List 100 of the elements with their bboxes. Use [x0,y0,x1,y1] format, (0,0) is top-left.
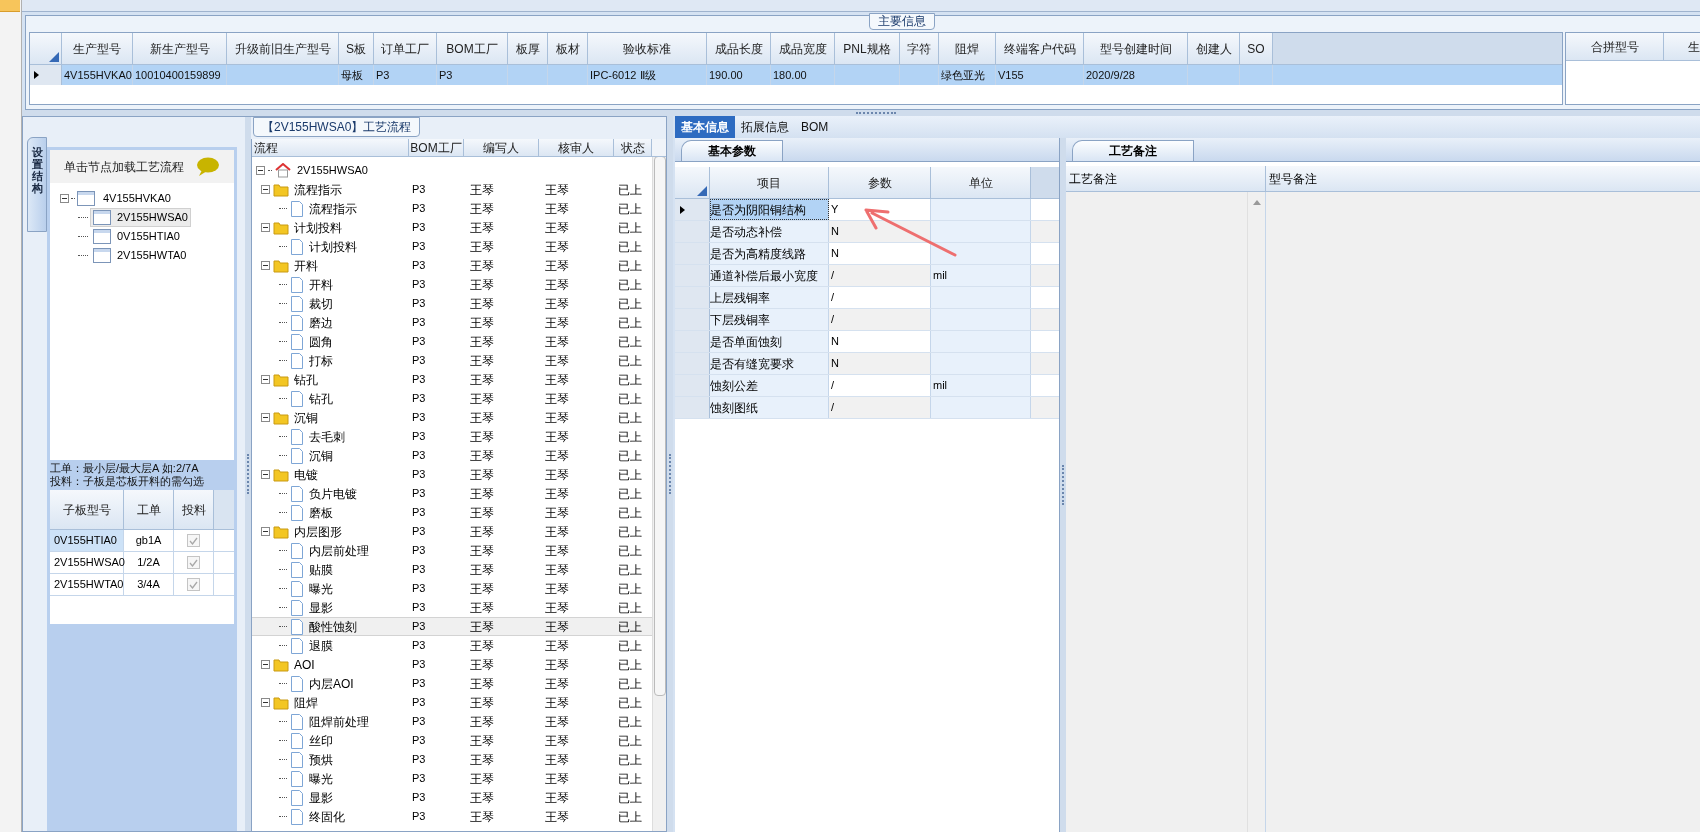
column-header[interactable]: 板厚 [508,33,548,64]
tab[interactable]: 基本参数 [681,140,783,161]
row-header[interactable] [30,65,62,85]
scrollbar[interactable] [652,157,666,831]
table-cell[interactable] [931,309,1031,330]
column-header[interactable]: 字符 [900,33,939,64]
column-header[interactable]: 型号创建时间 [1084,33,1188,64]
column-header[interactable]: BOM工厂 [409,139,464,156]
column-header[interactable]: 参数 [829,167,931,198]
tree-row[interactable]: 打标 P3 王琴 王琴 已上 [252,351,652,370]
tree-row[interactable]: 显影 P3 王琴 王琴 已上 [252,598,652,617]
column-header[interactable]: SO [1240,33,1273,64]
table-cell[interactable] [931,243,1031,264]
tree-row[interactable]: 酸性蚀刻 P3 王琴 王琴 已上 [252,617,652,636]
side-tab[interactable]: 设置结构 [27,137,47,232]
collapse-icon[interactable] [261,185,270,194]
tree-row[interactable]: 内层前处理 P3 王琴 王琴 已上 [252,541,652,560]
table-cell[interactable] [931,221,1031,242]
tree-row[interactable]: AOI P3 王琴 王琴 已上 [252,655,652,674]
table-cell[interactable]: mil [931,265,1031,286]
column-header[interactable]: 终端客户代码 [996,33,1084,64]
table-cell[interactable]: 上层残铜率 [710,287,829,308]
table-cell[interactable]: 下层残铜率 [710,309,829,330]
tree-row[interactable]: 内层图形 P3 王琴 王琴 已上 [252,522,652,541]
table-cell[interactable]: 通道补偿后最小宽度 [710,265,829,286]
tree-row[interactable]: 钻孔 P3 王琴 王琴 已上 [252,370,652,389]
column-header[interactable]: 子板型号 [50,490,124,529]
column-header[interactable]: 创建人 [1188,33,1240,64]
tree-row[interactable]: 流程指示 P3 王琴 王琴 已上 [252,180,652,199]
collapse-icon[interactable] [261,413,270,422]
tree-row[interactable]: 阻焊前处理 P3 王琴 王琴 已上 [252,712,652,731]
checkbox[interactable] [187,556,200,569]
tree-node[interactable]: 2V155HWTA0 [90,246,190,265]
tree-row[interactable]: 负片电镀 P3 王琴 王琴 已上 [252,484,652,503]
tree-row[interactable]: 开料 P3 王琴 王琴 已上 [252,256,652,275]
tree-row[interactable]: 磨边 P3 王琴 王琴 已上 [252,313,652,332]
select-all-corner[interactable] [30,33,62,64]
tree-row[interactable]: 终固化 P3 王琴 王琴 已上 [252,807,652,826]
table-cell[interactable] [931,397,1031,418]
table-cell[interactable]: 蚀刻图纸 [710,397,829,418]
column-header[interactable]: BOM工厂 [437,33,508,64]
table-cell[interactable]: / [829,375,931,396]
column-header[interactable]: 验收标准 [588,33,707,64]
table-row[interactable]: 4V155HVKA0 10010400159899 母板 P3 P3 IPC-6012 Ⅱ级 190.00 180.00 绿色亚光 V155 2020/9/28 [30,65,1562,85]
checkbox[interactable] [187,534,200,547]
column-header[interactable]: 项目 [710,167,829,198]
tree-node[interactable]: 2V155HWSA0 [90,208,191,227]
tree-row[interactable]: 裁切 P3 王琴 王琴 已上 [252,294,652,313]
column-header[interactable]: 状态 [614,139,652,156]
tree-row[interactable]: 内层AOI P3 王琴 王琴 已上 [252,674,652,693]
tree-row[interactable]: 丝印 P3 王琴 王琴 已上 [252,731,652,750]
table-cell[interactable]: N [829,331,931,352]
column-header[interactable]: PNL规格 [835,33,900,64]
table-cell[interactable] [931,199,1031,220]
tree-row[interactable]: 计划投料 P3 王琴 王琴 已上 [252,218,652,237]
tree-row[interactable]: 计划投料 P3 王琴 王琴 已上 [252,237,652,256]
tree-row[interactable]: 退膜 P3 王琴 王琴 已上 [252,636,652,655]
column-header[interactable]: 投料 [174,490,214,529]
tree-row[interactable]: 曝光 P3 王琴 王琴 已上 [252,769,652,788]
table-cell[interactable] [931,287,1031,308]
tab[interactable]: 拓展信息 [735,116,795,138]
tree-row[interactable]: 沉铜 P3 王琴 王琴 已上 [252,446,652,465]
tree-row[interactable]: 曝光 P3 王琴 王琴 已上 [252,579,652,598]
column-header[interactable]: 生 [1664,33,1700,60]
table-cell[interactable] [931,331,1031,352]
tree-node[interactable]: 4V155HVKA0 [101,190,173,207]
tree-row[interactable]: 阻焊 P3 王琴 王琴 已上 [252,693,652,712]
table-cell[interactable]: N [829,243,931,264]
column-header[interactable]: S板 [339,33,374,64]
collapse-icon[interactable] [261,660,270,669]
tree-node[interactable]: 0V155HTIA0 [90,227,183,246]
column-header[interactable]: 生产型号 [62,33,133,64]
tree-row[interactable]: 贴膜 P3 王琴 王琴 已上 [252,560,652,579]
column-header[interactable]: 工单 [124,490,174,529]
column-header[interactable]: 订单工厂 [374,33,437,64]
collapse-icon[interactable] [261,261,270,270]
column-header[interactable]: 型号备注 [1266,166,1700,191]
collapse-icon[interactable] [261,223,270,232]
column-header[interactable]: 新生产型号 [133,33,227,64]
tree-row[interactable]: 开料 P3 王琴 王琴 已上 [252,275,652,294]
table-cell[interactable] [931,353,1031,374]
collapse-icon[interactable] [261,698,270,707]
tab[interactable]: 基本信息 [675,116,735,138]
table-cell[interactable]: 是否有缝宽要求 [710,353,829,374]
tab[interactable]: BOM [795,116,835,138]
table-cell[interactable]: 是否为高精度线路 [710,243,829,264]
column-header[interactable]: 核审人 [539,139,614,156]
collapse-icon[interactable] [261,470,270,479]
table-cell[interactable]: 是否动态补偿 [710,221,829,242]
collapse-icon[interactable] [60,194,69,203]
row-header[interactable] [675,199,710,220]
tree-row[interactable]: 钻孔 P3 王琴 王琴 已上 [252,389,652,408]
column-header[interactable]: 流程 [252,139,409,156]
select-all-corner[interactable] [675,167,710,198]
tree-row[interactable]: 预烘 P3 王琴 王琴 已上 [252,750,652,769]
column-header[interactable]: 合拼型号 [1566,33,1664,60]
column-header[interactable]: 编写人 [464,139,539,156]
tree-row[interactable]: 流程指示 P3 王琴 王琴 已上 [252,199,652,218]
table-cell[interactable]: / [829,287,931,308]
scroll-up-icon[interactable] [1252,200,1261,205]
